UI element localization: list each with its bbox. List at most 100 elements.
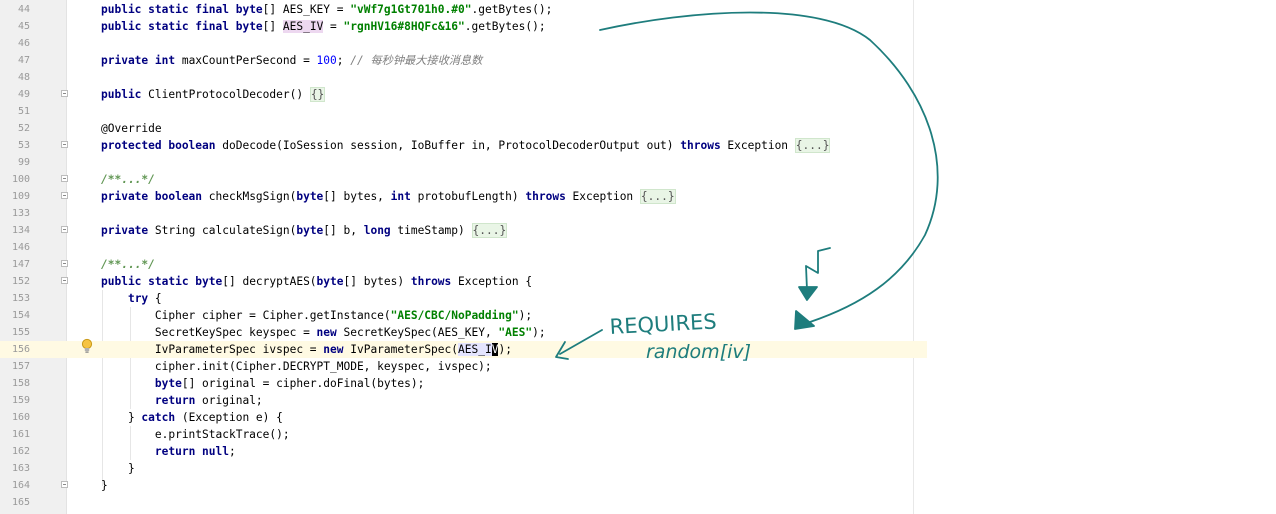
code-line[interactable]: 162 return null; (0, 443, 1276, 460)
code-token: try (127, 292, 155, 305)
code-token: 100 (316, 54, 337, 67)
code-line[interactable]: 48 (0, 69, 1276, 86)
code-text[interactable]: public static final byte[] AES_KEY = "vW… (101, 1, 552, 18)
line-number: 46 (17, 38, 30, 49)
code-token: new (323, 343, 351, 356)
lightbulb-icon[interactable] (81, 338, 93, 354)
code-line[interactable]: 46 (0, 35, 1276, 52)
line-number: 49 (17, 89, 30, 100)
code-token: // 每秒钟最大接收消息数 (350, 54, 483, 67)
code-line[interactable]: 161 e.printStackTrace(); (0, 426, 1276, 443)
code-line[interactable]: 157 cipher.init(Cipher.DECRYPT_MODE, key… (0, 358, 1276, 375)
code-line[interactable]: 51 (0, 103, 1276, 120)
code-line[interactable]: 47 private int maxCountPerSecond = 100; /… (0, 52, 1276, 69)
code-line-current[interactable]: 156 IvParameterSpec ivspec = new IvParam… (0, 341, 927, 358)
code-text[interactable]: } (101, 477, 108, 494)
code-line[interactable]: 109 private boolean checkMsgSign(byte[] b… (0, 188, 1276, 205)
code-line[interactable]: 154 Cipher cipher = Cipher.getInstance("… (0, 307, 1276, 324)
fold-marker-icon[interactable] (61, 226, 68, 233)
code-token: public static (101, 275, 196, 288)
line-number: 134 (11, 225, 30, 236)
fold-marker-icon[interactable] (61, 175, 68, 182)
code-text[interactable]: return original; (101, 392, 263, 409)
code-text[interactable]: } catch (Exception e) { (101, 409, 283, 426)
code-text[interactable]: Cipher cipher = Cipher.getInstance("AES/… (101, 307, 532, 324)
code-editor[interactable]: 44 public static final byte[] AES_KEY = "… (0, 0, 1276, 514)
code-token: ); (532, 326, 546, 339)
code-text[interactable]: return null; (101, 443, 236, 460)
code-line[interactable]: 158 byte[] original = cipher.doFinal(byt… (0, 375, 1276, 392)
fold-marker-icon[interactable] (61, 90, 68, 97)
code-token: return (154, 394, 203, 407)
code-text[interactable]: protected boolean doDecode(IoSession ses… (101, 137, 831, 154)
code-line[interactable]: 44 public static final byte[] AES_KEY = "… (0, 1, 1276, 18)
code-line[interactable]: 153 try { (0, 290, 1276, 307)
code-line[interactable]: 53 protected boolean doDecode(IoSession s… (0, 137, 1276, 154)
code-text[interactable]: cipher.init(Cipher.DECRYPT_MODE, keyspec… (101, 358, 492, 375)
code-text[interactable]: public static byte[] decryptAES(byte[] b… (101, 273, 532, 290)
code-token: maxCountPerSecond = (181, 54, 317, 67)
code-line[interactable]: 146 (0, 239, 1276, 256)
code-token: int (390, 190, 418, 203)
code-text[interactable]: /**...*/ (101, 256, 155, 273)
line-number: 165 (11, 497, 30, 508)
code-line[interactable]: 45 public static final byte[] AES_IV = "r… (0, 18, 1276, 35)
code-line[interactable]: 133 (0, 205, 1276, 222)
code-token: ); (498, 343, 512, 356)
code-token: "rgnHV16#8HQFc&16" (343, 20, 465, 33)
fold-marker-icon[interactable] (61, 260, 68, 267)
code-text[interactable]: SecretKeySpec keyspec = new SecretKeySpe… (101, 324, 546, 341)
line-number: 109 (11, 191, 30, 202)
code-token: public (101, 88, 149, 101)
code-token: byte (296, 224, 324, 237)
code-line[interactable]: 160 } catch (Exception e) { (0, 409, 1276, 426)
code-line[interactable]: 164} (0, 477, 1276, 494)
code-text[interactable]: try { (101, 290, 162, 307)
code-line[interactable]: 99 (0, 154, 1276, 171)
code-token: (Exception e) { (181, 411, 283, 424)
line-number: 146 (11, 242, 30, 253)
code-line[interactable]: 155 SecretKeySpec keyspec = new SecretKe… (0, 324, 1276, 341)
code-line[interactable]: 152 public static byte[] decryptAES(byte[… (0, 273, 1276, 290)
code-token: SecretKeySpec(AES_KEY, (343, 326, 499, 339)
code-line[interactable]: 163 } (0, 460, 1276, 477)
code-text[interactable]: private String calculateSign(byte[] b, l… (101, 222, 508, 239)
code-text[interactable]: public static final byte[] AES_IV = "rgn… (101, 18, 546, 35)
code-token: public static final (101, 20, 236, 33)
code-text[interactable]: private boolean checkMsgSign(byte[] byte… (101, 188, 676, 205)
code-text[interactable]: IvParameterSpec ivspec = new IvParameter… (101, 341, 512, 358)
code-text[interactable]: byte[] original = cipher.doFinal(bytes); (101, 375, 424, 392)
code-text[interactable]: private int maxCountPerSecond = 100; // … (101, 52, 482, 69)
fold-marker-icon[interactable] (61, 141, 68, 148)
code-line[interactable]: 165 (0, 494, 1276, 511)
code-line[interactable]: 52 @Override (0, 120, 1276, 137)
code-text[interactable]: public ClientProtocolDecoder() {} (101, 86, 326, 103)
code-text[interactable]: /**...*/ (101, 171, 155, 188)
code-line[interactable]: 159 return original; (0, 392, 1276, 409)
code-text[interactable]: e.printStackTrace(); (101, 426, 290, 443)
code-token: protobufLength) (417, 190, 526, 203)
code-token: e.printStackTrace(); (101, 428, 290, 441)
line-number: 159 (11, 395, 30, 406)
line-number: 52 (17, 123, 30, 134)
code-line[interactable]: 49 public ClientProtocolDecoder() {} (0, 86, 1276, 103)
code-token: AES_IV (282, 20, 324, 33)
code-token: original; (202, 394, 263, 407)
code-line[interactable]: 134 private String calculateSign(byte[] b… (0, 222, 1276, 239)
code-token: cipher.init(Cipher.DECRYPT_MODE, keyspec… (101, 360, 492, 373)
fold-marker-icon[interactable] (61, 481, 68, 488)
code-text[interactable]: } (101, 460, 135, 477)
line-number: 147 (11, 259, 30, 270)
line-number: 48 (17, 72, 30, 83)
code-token: } (101, 411, 142, 424)
code-line[interactable]: 147 /**...*/ (0, 256, 1276, 273)
code-token: [] original = cipher.doFinal(bytes); (181, 377, 425, 390)
code-line[interactable]: 100 /**...*/ (0, 171, 1276, 188)
fold-marker-icon[interactable] (61, 192, 68, 199)
code-token: Cipher cipher = Cipher.getInstance( (101, 309, 391, 322)
fold-marker-icon[interactable] (61, 277, 68, 284)
code-token: Exception { (458, 275, 533, 288)
code-text[interactable]: @Override (101, 120, 162, 137)
